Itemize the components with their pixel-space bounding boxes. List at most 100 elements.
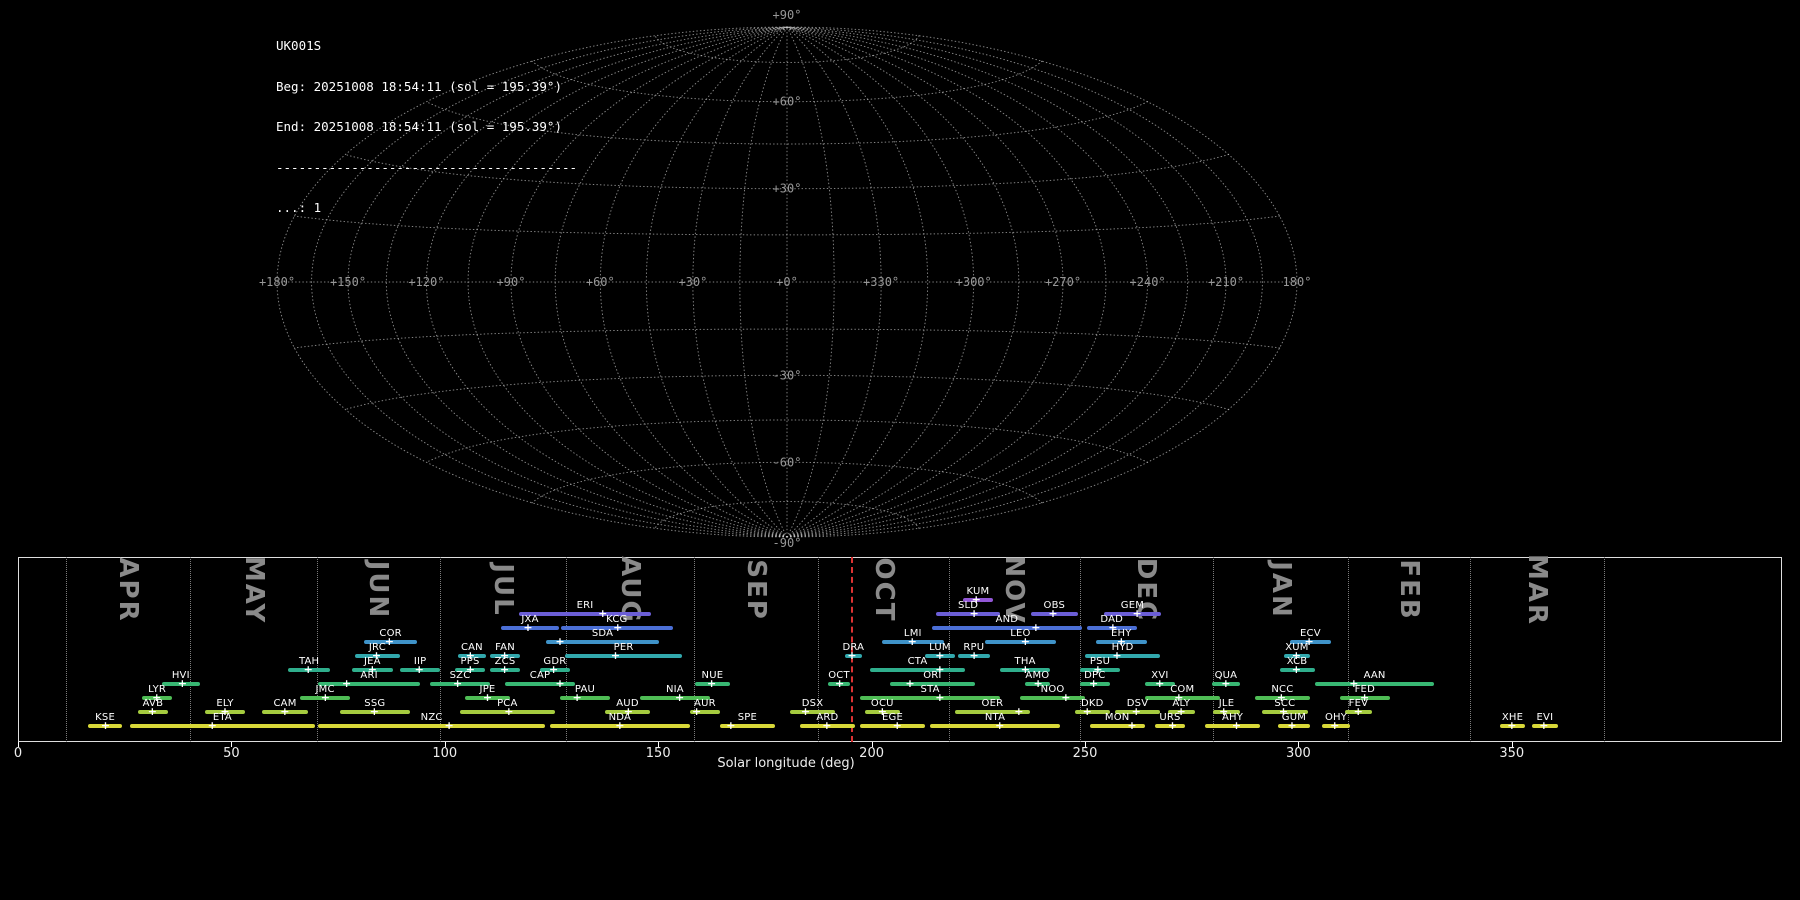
shower-peak-marker: + [1155, 677, 1165, 690]
shower-peak-marker: + [320, 691, 330, 704]
activity-timeline-chart: APR MAY JUN JUL AUG SEP OCT NOV DEC JAN FEB MAR 0 50 1… [0, 0, 1800, 900]
shower-peak-marker: + [1287, 719, 1297, 732]
axis-tick-label: 150 [645, 746, 671, 761]
axis-tick-label: 200 [859, 746, 885, 761]
shower-peak-marker: + [147, 705, 157, 718]
month-gridline [1213, 557, 1215, 742]
shower-peak-marker: + [1020, 635, 1030, 648]
shower-peak-marker: + [177, 677, 187, 690]
month-gridline [1604, 557, 1605, 742]
radiant-map-screen: +180° +150° +120° +90° +60° +30° +0° +330° +300°… [0, 0, 1800, 900]
shower-peak-marker: + [935, 649, 945, 662]
shower-peak-marker: + [610, 649, 621, 662]
shower-bar [936, 612, 1001, 616]
shower-peak-marker: + [615, 719, 625, 732]
shower-peak-marker: + [414, 663, 424, 676]
shower-label: ARI [360, 670, 378, 681]
shower-peak-marker: + [452, 677, 463, 690]
axis-tick-label: 50 [223, 746, 240, 761]
shower-peak-marker: + [1061, 691, 1071, 704]
shower-peak-marker: + [572, 691, 582, 704]
shower-label: MON [1104, 712, 1130, 723]
month-gridline [1347, 557, 1349, 742]
month-gridline [566, 557, 567, 742]
shower-peak-marker: + [847, 649, 857, 662]
month-gridline [1470, 557, 1472, 742]
shower-peak-marker: + [1127, 719, 1137, 732]
shower-peak-marker: + [384, 635, 394, 648]
shower-bar [931, 626, 1082, 630]
shower-label: SDA [591, 628, 614, 639]
month-gridline [190, 557, 192, 742]
shower-peak-marker: + [555, 677, 565, 690]
shower-peak-marker: + [523, 621, 533, 634]
shower-bar [869, 668, 966, 672]
shower-peak-marker: + [969, 649, 979, 662]
shower-label: NZC [420, 712, 443, 723]
month-label: FEB [1394, 559, 1425, 621]
shower-peak-marker: + [504, 705, 514, 718]
axis-tick-label: 100 [432, 746, 458, 761]
shower-peak-marker: + [1131, 705, 1141, 718]
month-label: OCT [868, 557, 899, 623]
shower-peak-marker: + [1221, 677, 1231, 690]
axis-tick-label: 0 [13, 746, 23, 761]
shower-peak-marker: + [1048, 607, 1058, 620]
shower-peak-marker: + [1353, 705, 1363, 718]
shower-peak-marker: + [1539, 719, 1549, 732]
month-label: JAN [1265, 561, 1296, 619]
shower-peak-marker: + [674, 691, 685, 704]
shower-peak-marker: + [555, 635, 565, 648]
axis-tick-label: 250 [1072, 746, 1098, 761]
shower-peak-marker: + [892, 719, 902, 732]
shower-peak-marker: + [1167, 719, 1178, 732]
axis-tick-label: 350 [1499, 746, 1525, 761]
shower-label: ERI [576, 600, 594, 611]
shower-peak-marker: + [280, 705, 290, 718]
shower-peak-marker: + [444, 719, 454, 732]
shower-label: SPE [737, 712, 758, 723]
shower-peak-marker: + [482, 691, 493, 704]
shower-peak-marker: + [1231, 719, 1242, 732]
shower-peak-marker: + [706, 677, 717, 690]
shower-peak-marker: + [1031, 621, 1041, 634]
shower-peak-marker: + [1088, 677, 1099, 690]
shower-peak-marker: + [935, 691, 945, 704]
shower-peak-marker: + [905, 677, 915, 690]
shower-peak-marker: + [1082, 705, 1092, 718]
shower-peak-marker: + [995, 719, 1005, 732]
month-gridline [316, 557, 318, 742]
month-label: JUN [363, 560, 394, 620]
shower-bar [519, 612, 651, 616]
shower-label: CAP [529, 670, 551, 681]
month-gridline [66, 557, 68, 742]
shower-peak-marker: + [207, 719, 217, 732]
shower-label: ORI [923, 670, 942, 681]
shower-peak-marker: + [800, 705, 811, 718]
shower-peak-marker: + [691, 705, 702, 718]
shower-peak-marker: + [1330, 719, 1340, 732]
month-label: JUL [488, 563, 519, 617]
shower-peak-marker: + [1112, 649, 1122, 662]
shower-peak-marker: + [1507, 719, 1517, 732]
shower-bar [1020, 696, 1085, 700]
month-label: SEP [741, 559, 771, 621]
shower-label: AND [995, 614, 1019, 625]
shower-peak-marker: + [369, 705, 379, 718]
shower-bar [565, 654, 683, 658]
shower-peak-marker: + [100, 719, 111, 732]
shower-label: CTA [907, 656, 928, 667]
shower-peak-marker: + [969, 607, 979, 620]
shower-bar [318, 724, 546, 728]
month-label: MAY [238, 555, 269, 625]
shower-peak-marker: + [613, 621, 623, 634]
shower-label: AAN [1363, 670, 1386, 681]
shower-peak-marker: + [548, 663, 559, 676]
month-gridline [1079, 557, 1081, 742]
month-label: MAR [1522, 553, 1553, 627]
shower-peak-marker: + [1132, 607, 1142, 620]
shower-peak-marker: + [499, 663, 510, 676]
shower-peak-marker: + [1014, 705, 1024, 718]
shower-label: OER [981, 698, 1004, 709]
month-label: APR [113, 557, 144, 623]
